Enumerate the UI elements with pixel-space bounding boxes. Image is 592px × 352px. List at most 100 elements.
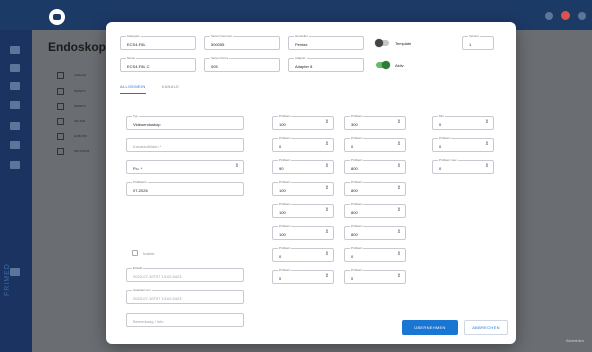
datum-field[interactable]: Prüfdatum 07-2026 xyxy=(126,180,244,196)
list-icon[interactable] xyxy=(10,82,20,90)
prufwert-stepper[interactable]: Prüfwert 100 ⇕ xyxy=(272,202,334,218)
field-value: ECS4-F8L C xyxy=(127,64,150,69)
adapter-field[interactable]: Adapter Adapter 8 xyxy=(288,56,364,72)
edit-endoscope-dialog: Kategorie ECS4-F8L Serien Nummer 500055 … xyxy=(106,22,516,344)
tab-kanaele[interactable]: KANALE xyxy=(162,84,180,94)
field-label: Prüfwert xyxy=(278,114,292,118)
field-value: 800 xyxy=(351,188,358,193)
bemerkung-field[interactable]: Bemerkung / Info xyxy=(126,313,244,327)
stepper-icon[interactable]: ⇕ xyxy=(397,274,401,279)
stepper-icon[interactable]: ⇕ xyxy=(397,120,401,125)
stepper-icon[interactable]: ⇕ xyxy=(325,230,329,235)
template-label: Template xyxy=(395,40,412,46)
share-icon[interactable] xyxy=(10,268,20,276)
field-value: 0 xyxy=(279,254,282,259)
stepper-icon[interactable]: ⇕ xyxy=(397,230,401,235)
prufwert-stepper[interactable]: Prüfwert 300 ⇕ xyxy=(344,114,406,130)
field-value: 300 xyxy=(351,122,358,127)
field-label: Hersteller xyxy=(294,34,309,38)
stepper-icon[interactable]: ⇕ xyxy=(397,208,401,213)
stepper-icon[interactable]: ⇕ xyxy=(325,142,329,147)
stepper-icon[interactable]: ⇕ xyxy=(485,120,489,125)
prufwert-stepper[interactable]: Prüfwert 800 ⇕ xyxy=(344,224,406,240)
prufwert-stepper[interactable]: Prüfwert 0 ⇕ xyxy=(344,246,406,262)
template-toggle-row: Template xyxy=(375,39,412,47)
prufwert-stepper[interactable]: Prüfwert 100 ⇕ xyxy=(272,114,334,130)
prufwert-stepper[interactable]: Prüfwert 100 ⇕ xyxy=(272,224,334,240)
dropdown-icon[interactable]: ⇕ xyxy=(235,164,239,169)
typ-field[interactable]: Typ Videoendoskop xyxy=(126,114,244,130)
prufwert-stepper[interactable]: Prüfwert 0 ⇕ xyxy=(272,268,334,284)
field-value: 0 xyxy=(439,166,442,171)
prufwert-stepper[interactable]: Prüfwert 0 ⇕ xyxy=(272,136,334,152)
logout-link[interactable]: Abmelden xyxy=(566,338,584,343)
field-label: Prüfwert xyxy=(350,114,364,118)
cancel-button[interactable]: ABBRECHEN xyxy=(464,320,508,335)
profile-icon[interactable] xyxy=(578,11,586,20)
save-button[interactable]: ÜBERNEHMEN xyxy=(402,320,458,335)
logo-icon[interactable] xyxy=(49,9,65,25)
version-field[interactable]: Version 1 xyxy=(462,34,494,50)
name-field[interactable]: Name ECS4-F8L C xyxy=(120,56,196,72)
prufwert-stepper[interactable]: Prüfwert 0 ⇕ xyxy=(432,136,494,152)
stepper-icon[interactable]: ⇕ xyxy=(325,164,329,169)
brand-label: FRIMED xyxy=(4,263,11,296)
pu-select[interactable]: P.u. * ⇕ xyxy=(126,160,244,174)
field-label: Prüfwert xyxy=(350,202,364,206)
device-icon[interactable] xyxy=(10,101,20,109)
prufwert-stepper[interactable]: Prüfwert 800 ⇕ xyxy=(344,202,406,218)
stepper-icon[interactable]: ⇕ xyxy=(397,252,401,257)
field-value: ECS4-F8L xyxy=(127,42,146,47)
prufwert-stepper[interactable]: Prüfwert 0 ⇕ xyxy=(344,268,406,284)
field-label: Prüfwert xyxy=(350,136,364,140)
stepper-icon[interactable]: ⇕ xyxy=(397,186,401,191)
tab-allgemein[interactable]: ALLGEMEIN xyxy=(120,84,146,94)
serien-kurz-field[interactable]: Serien Kürze 005 xyxy=(204,56,280,72)
field-value: 0 xyxy=(351,144,354,149)
prufwert-stepper[interactable]: Prüfwert 0 ⇕ xyxy=(344,136,406,152)
stepper-icon[interactable]: ⇕ xyxy=(397,142,401,147)
field-value: 0 xyxy=(351,276,354,281)
prufwert-stepper[interactable]: Prüfwert 800 ⇕ xyxy=(344,180,406,196)
field-value: 100 xyxy=(279,210,286,215)
stepper-icon[interactable]: ⇕ xyxy=(325,120,329,125)
dashboard-icon[interactable] xyxy=(10,46,20,54)
list-item-label: INF PHP78 xyxy=(74,149,90,153)
stepper-icon[interactable]: ⇕ xyxy=(325,208,329,213)
page-title: Endoskop xyxy=(48,40,107,54)
stepper-icon[interactable]: ⇕ xyxy=(485,142,489,147)
field-value: Adapter 8 xyxy=(295,64,313,69)
stepper-icon[interactable]: ⇕ xyxy=(325,252,329,257)
field-value: 90 xyxy=(279,166,284,171)
template-toggle[interactable] xyxy=(375,39,389,47)
calendar-icon[interactable] xyxy=(10,141,20,149)
field-value: 005 xyxy=(211,64,218,69)
field-label: Prüfwert xyxy=(278,246,292,250)
stepper-icon[interactable]: ⇕ xyxy=(325,274,329,279)
prufwert-stepper[interactable]: Prüfwert 100 ⇕ xyxy=(272,180,334,196)
field-label: Erstellt xyxy=(132,266,144,270)
prufwert-max-stepper[interactable]: Prüfwert max 0 ⇕ xyxy=(432,158,494,174)
field-value: P.u. * xyxy=(133,166,143,171)
prufwert-stepper[interactable]: Prüfwert 0 ⇕ xyxy=(272,246,334,262)
notifications-icon[interactable] xyxy=(545,11,553,20)
kanal-field[interactable]: Kanalauflöden * xyxy=(126,138,244,152)
left-navigation: FRIMED xyxy=(0,0,32,352)
hersteller-field[interactable]: Hersteller Pentax xyxy=(288,34,364,50)
min-stepper[interactable]: Min 0 ⇕ xyxy=(432,114,494,130)
serial-number-field[interactable]: Serien Nummer 500055 xyxy=(204,34,280,50)
prufwert-stepper[interactable]: Prüfwert 90 ⇕ xyxy=(272,158,334,174)
inaktiv-checkbox[interactable] xyxy=(132,250,138,256)
aktiv-toggle[interactable] xyxy=(376,61,390,69)
stepper-icon[interactable]: ⇕ xyxy=(397,164,401,169)
users-icon[interactable] xyxy=(10,64,20,72)
settings-icon[interactable] xyxy=(10,161,20,169)
kategorie-field[interactable]: Kategorie ECS4-F8L xyxy=(120,34,196,50)
field-label: Prüfwert xyxy=(350,180,364,184)
stepper-icon[interactable]: ⇕ xyxy=(325,186,329,191)
stepper-icon[interactable]: ⇕ xyxy=(485,164,489,169)
prufwert-stepper[interactable]: Prüfwert 800 ⇕ xyxy=(344,158,406,174)
chart-icon[interactable] xyxy=(10,122,20,130)
alert-icon[interactable] xyxy=(561,11,570,20)
geaendert-field: Geändert am 2023-07-10T07 13:02.0423 xyxy=(126,288,244,304)
